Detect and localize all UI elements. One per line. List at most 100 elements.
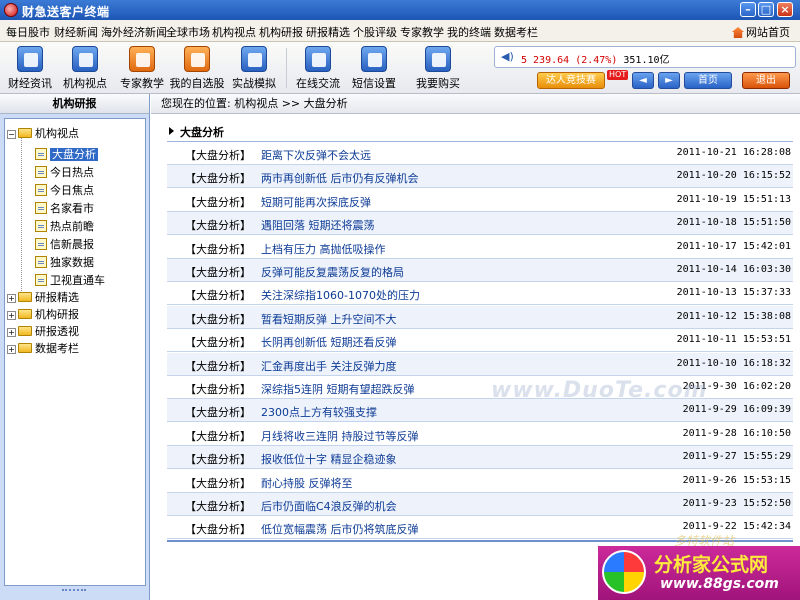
tool-institution-view[interactable]: 机构视点 bbox=[56, 46, 114, 91]
tree-leaf-label: 信新晨报 bbox=[50, 238, 94, 251]
news-title-link[interactable]: 深综指5连阴 短期有望超跌反弹 bbox=[261, 381, 415, 397]
tree-leaf-exclusive-data[interactable]: 独家数据 bbox=[35, 254, 94, 270]
menu-item-finance-news[interactable]: 财经新闻 bbox=[54, 24, 98, 40]
contest-button[interactable]: 达人竞技赛 bbox=[537, 72, 605, 89]
news-row[interactable]: 【大盘分析】 距离下次反弹不会太远 2011-10-21 16:28:08 bbox=[167, 142, 793, 165]
watermark-name: 分析家公式网 bbox=[654, 554, 769, 576]
news-row[interactable]: 【大盘分析】 报收低位十字 精显企稳迹象 2011-9-27 15:55:29 bbox=[167, 446, 793, 470]
news-date: 2011-10-18 15:51:50 bbox=[676, 217, 791, 229]
news-row[interactable]: 【大盘分析】 短期可能再次探底反弹 2011-10-19 15:51:13 bbox=[167, 189, 793, 212]
news-row[interactable]: 【大盘分析】 关注深综指1060-1070处的压力 2011-10-13 15:37… bbox=[167, 282, 793, 306]
exit-button[interactable]: 退出 bbox=[742, 72, 790, 89]
tree-leaf-hot-preview[interactable]: 热点前瞻 bbox=[35, 218, 94, 234]
tool-online-chat[interactable]: 在线交流 bbox=[289, 46, 347, 91]
news-title-link[interactable]: 反弹可能反复震荡反复的格局 bbox=[261, 264, 404, 280]
menu-item-overseas-news[interactable]: 海外经济新闻 bbox=[101, 24, 167, 40]
menu-item-expert-teaching[interactable]: 专家教学 bbox=[400, 24, 444, 40]
tree-leaf-label: 名家看市 bbox=[50, 202, 94, 215]
folder-icon bbox=[18, 343, 32, 353]
menu-item-institution-view[interactable]: 机构视点 bbox=[212, 24, 256, 40]
news-title-link[interactable]: 两市再创新低 后市仍有反弹机会 bbox=[261, 170, 419, 186]
news-tag: 【大盘分析】 bbox=[185, 312, 251, 326]
tool-simulation[interactable]: 实战模拟 bbox=[225, 46, 283, 91]
tool-label: 短信设置 bbox=[352, 77, 396, 90]
news-row[interactable]: 【大盘分析】 耐心持股 反弹将至 2011-9-26 15:53:15 bbox=[167, 470, 793, 493]
menu-item-data-column[interactable]: 数据考栏 bbox=[494, 24, 538, 40]
forward-button[interactable]: ► bbox=[658, 72, 680, 89]
news-row[interactable]: 【大盘分析】 汇金再度出手 关注反弹力度 2011-10-10 16:18:32 bbox=[167, 352, 793, 376]
app-logo-icon bbox=[4, 3, 18, 17]
tree-leaf-morning-report[interactable]: 信新晨报 bbox=[35, 236, 94, 252]
news-title-link[interactable]: 耐心持股 反弹将至 bbox=[261, 475, 353, 491]
tool-sms-settings[interactable]: 短信设置 bbox=[345, 46, 403, 91]
news-date: 2011-10-21 16:28:08 bbox=[676, 147, 791, 158]
tree-node-institution-research[interactable]: + 机构研报 bbox=[7, 306, 79, 322]
expand-icon[interactable]: + bbox=[7, 328, 16, 337]
menu-item-daily-market[interactable]: 每日股市 bbox=[6, 24, 50, 40]
tree-node-research-picks[interactable]: + 研报精选 bbox=[7, 289, 79, 305]
news-tag: 【大盘分析】 bbox=[185, 476, 251, 490]
tool-my-stocks[interactable]: 我的自选股 bbox=[168, 46, 226, 91]
site-home-link[interactable]: 网站首页 bbox=[732, 24, 790, 40]
news-row[interactable]: 【大盘分析】 后市仍面临C4浪反弹的机会 2011-9-23 15:52:50 bbox=[167, 493, 793, 516]
tool-buy[interactable]: 我要购买 bbox=[409, 46, 467, 91]
news-title-link[interactable]: 2300点上方有较强支撑 bbox=[261, 404, 377, 420]
close-button[interactable]: × bbox=[777, 2, 793, 17]
news-row[interactable]: 【大盘分析】 两市再创新低 后市仍有反弹机会 2011-10-20 16:15:52 bbox=[167, 165, 793, 189]
news-title-link[interactable]: 汇金再度出手 关注反弹力度 bbox=[261, 358, 397, 374]
news-title-link[interactable]: 长阴再创新低 短期还看反弹 bbox=[261, 334, 397, 350]
tool-label: 我的自选股 bbox=[169, 77, 225, 90]
collapse-icon[interactable]: − bbox=[7, 130, 16, 139]
news-date: 2011-10-11 15:53:51 bbox=[676, 334, 791, 346]
folder-icon bbox=[18, 292, 32, 302]
news-row[interactable]: 【大盘分析】 长阴再创新低 短期还看反弹 2011-10-11 15:53:51 bbox=[167, 329, 793, 353]
news-row[interactable]: 【大盘分析】 暂看短期反弹 上升空间不大 2011-10-12 15:38:08 bbox=[167, 305, 793, 329]
news-row[interactable]: 【大盘分析】 上档有压力 高抛低吸操作 2011-10-17 15:42:01 bbox=[167, 236, 793, 259]
menu-item-global-market[interactable]: 全球市场 bbox=[166, 24, 210, 40]
tree-node-institution-view[interactable]: − 机构视点 bbox=[7, 125, 79, 141]
menu-item-stock-rating[interactable]: 个股评级 bbox=[353, 24, 397, 40]
tree-leaf-market-analysis[interactable]: 大盘分析 bbox=[35, 146, 98, 162]
tree-leaf-hot-today[interactable]: 今日热点 bbox=[35, 164, 94, 180]
menu-item-my-terminal[interactable]: 我的终端 bbox=[447, 24, 491, 40]
tree-leaf-focus-today[interactable]: 今日焦点 bbox=[35, 182, 94, 198]
expand-icon[interactable]: + bbox=[7, 311, 16, 320]
news-row[interactable]: 【大盘分析】 遇阻回落 短期还将震荡 2011-10-18 15:51:50 bbox=[167, 212, 793, 236]
document-icon bbox=[35, 238, 47, 250]
tree-node-data-column[interactable]: + 数据考栏 bbox=[7, 340, 79, 356]
back-button[interactable]: ◄ bbox=[632, 72, 654, 89]
maximize-button[interactable]: □ bbox=[758, 2, 774, 17]
news-title-link[interactable]: 报收低位十字 精显企稳迹象 bbox=[261, 451, 397, 467]
news-title-link[interactable]: 短期可能再次探底反弹 bbox=[261, 194, 371, 210]
expand-icon[interactable]: + bbox=[7, 345, 16, 354]
minimize-button[interactable]: – bbox=[740, 2, 756, 17]
tree-leaf-satellite-tv[interactable]: 卫视直通车 bbox=[35, 272, 105, 288]
tree-leaf-expert-views[interactable]: 名家看市 bbox=[35, 200, 94, 216]
news-row[interactable]: 【大盘分析】 月线将收三连阴 持股过节等反弹 2011-9-28 16:10:50 bbox=[167, 423, 793, 446]
news-title-link[interactable]: 月线将收三连阴 持股过节等反弹 bbox=[261, 428, 419, 444]
news-tag: 【大盘分析】 bbox=[185, 289, 251, 303]
speaker-icon[interactable]: ◀) bbox=[501, 51, 514, 63]
news-title-link[interactable]: 低位宽幅震荡 后市仍将筑底反弹 bbox=[261, 521, 419, 537]
breadcrumb: 您现在的位置: 机构视点 >> 大盘分析 bbox=[151, 94, 800, 114]
expand-icon[interactable]: + bbox=[7, 294, 16, 303]
tree-leaf-label: 今日热点 bbox=[50, 166, 94, 179]
home-button[interactable]: 首页 bbox=[684, 72, 732, 89]
news-title-link[interactable]: 关注深综指1060-1070处的压力 bbox=[261, 287, 420, 303]
triangle-right-icon bbox=[169, 127, 174, 135]
tree-node-research-insight[interactable]: + 研报透视 bbox=[7, 323, 79, 339]
document-icon bbox=[35, 220, 47, 232]
tool-label: 我要购买 bbox=[416, 77, 460, 90]
tool-finance-news[interactable]: 财经资讯 bbox=[1, 46, 59, 91]
menu-item-research-picks[interactable]: 研报精选 bbox=[306, 24, 350, 40]
news-title-link[interactable]: 距离下次反弹不会太远 bbox=[261, 147, 371, 163]
tool-expert-teaching[interactable]: 专家教学 bbox=[113, 46, 171, 91]
resize-grip[interactable] bbox=[62, 589, 86, 593]
menu-item-institution-research[interactable]: 机构研报 bbox=[259, 24, 303, 40]
news-title-link[interactable]: 后市仍面临C4浪反弹的机会 bbox=[261, 498, 397, 514]
news-title-link[interactable]: 遇阻回落 短期还将震荡 bbox=[261, 217, 375, 233]
news-title-link[interactable]: 暂看短期反弹 上升空间不大 bbox=[261, 311, 397, 327]
news-tag: 【大盘分析】 bbox=[185, 195, 251, 209]
news-title-link[interactable]: 上档有压力 高抛低吸操作 bbox=[261, 241, 386, 257]
news-row[interactable]: 【大盘分析】 反弹可能反复震荡反复的格局 2011-10-14 16:03:30 bbox=[167, 259, 793, 282]
